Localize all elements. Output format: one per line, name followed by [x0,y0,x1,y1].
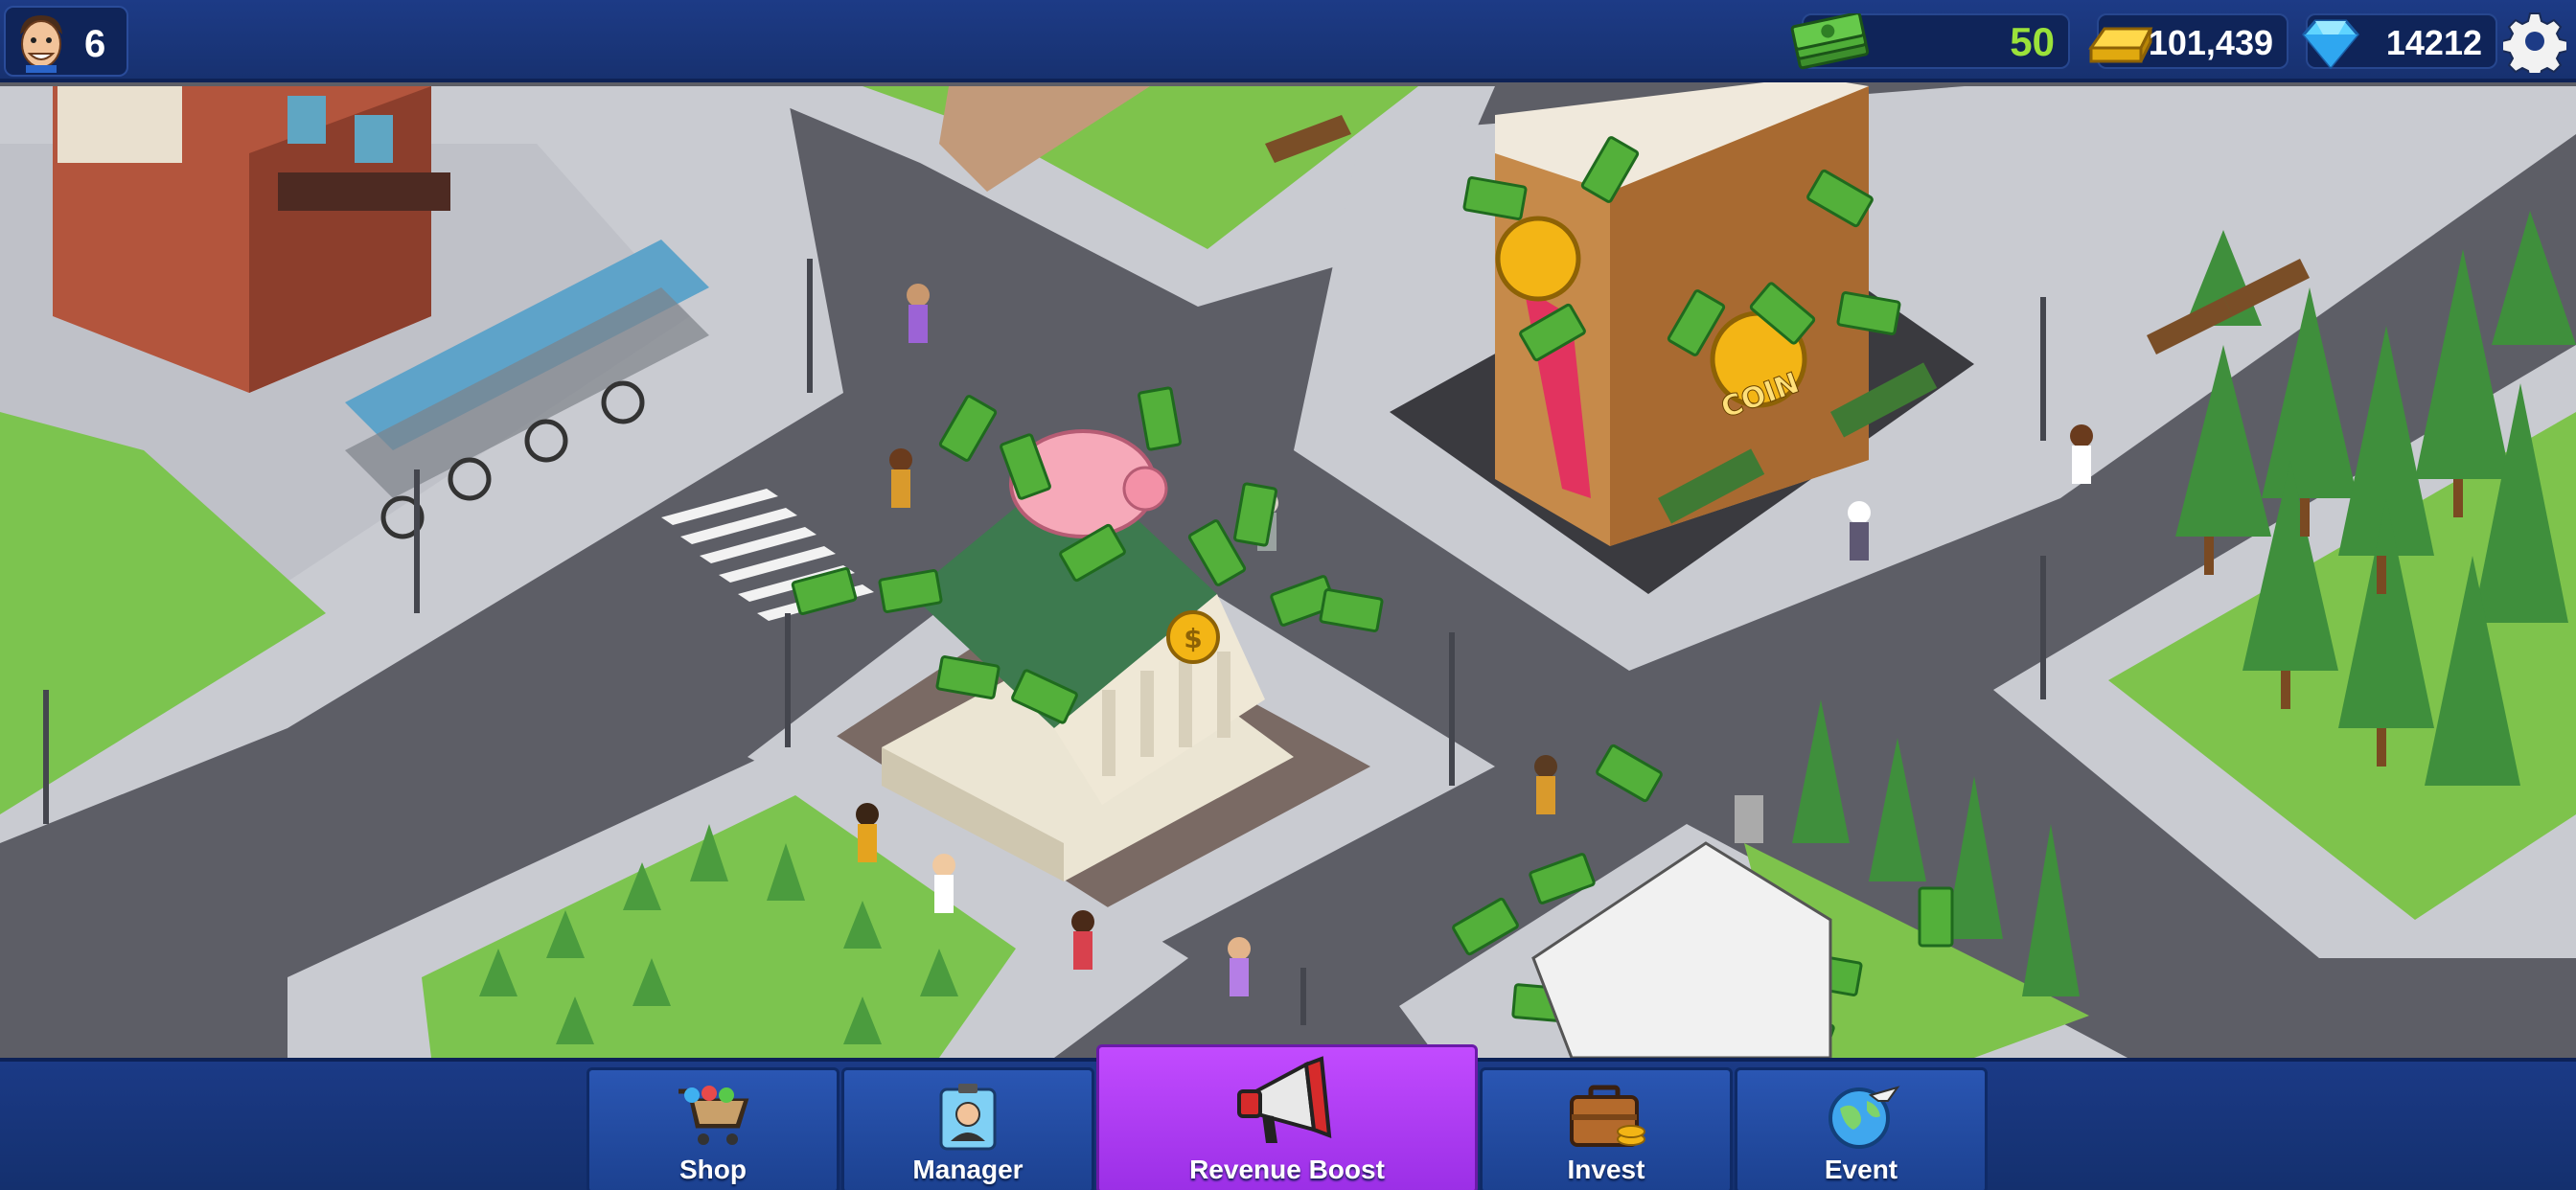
briefcase-coins-icon [1570,1085,1645,1147]
tab-event[interactable]: Event [1735,1067,1988,1190]
svg-text:$: $ [1184,623,1202,654]
top-hud: 6 50 101,439 14212 [0,0,2576,82]
globe-plane-icon [1828,1086,1900,1149]
game-screen: $ COIN 6 50 101,439 14212 Shop Manager R… [0,0,2576,1190]
tab-shop[interactable]: Shop [586,1067,840,1190]
cash-value: 50 [2010,19,2055,64]
tab-shop-label: Shop [679,1155,747,1184]
gold-value: 101,439 [2148,23,2273,62]
gold-bar-icon [2088,27,2153,63]
tab-manager-label: Manager [912,1155,1024,1184]
tab-invest-label: Invest [1567,1155,1645,1184]
gem-value: 14212 [2385,23,2482,62]
gold-counter[interactable]: 101,439 [2088,13,2288,69]
player-profile[interactable]: 6 [4,6,128,77]
diamond-icon [2302,19,2359,70]
tab-event-label: Event [1824,1155,1898,1184]
bottom-nav: Shop Manager Revenue Boost Invest Event [0,1044,2576,1190]
cash-stack-icon [1790,13,1870,70]
cash-counter[interactable]: 50 [1790,13,2070,70]
gem-counter[interactable]: 14212 [2302,13,2497,70]
tab-revenue-boost[interactable]: Revenue Boost [1096,1044,1478,1190]
avatar-icon [20,15,62,73]
tab-invest[interactable]: Invest [1480,1067,1733,1190]
settings-gear-icon[interactable] [2503,10,2566,73]
city-map[interactable]: $ COIN [0,0,2576,1190]
tab-manager[interactable]: Manager [841,1067,1094,1190]
shopping-cart-icon [678,1086,749,1145]
tab-revenue-boost-label: Revenue Boost [1189,1155,1385,1184]
player-level: 6 [84,23,106,65]
manager-id-card-icon [939,1084,997,1151]
megaphone-icon [1237,1056,1332,1143]
